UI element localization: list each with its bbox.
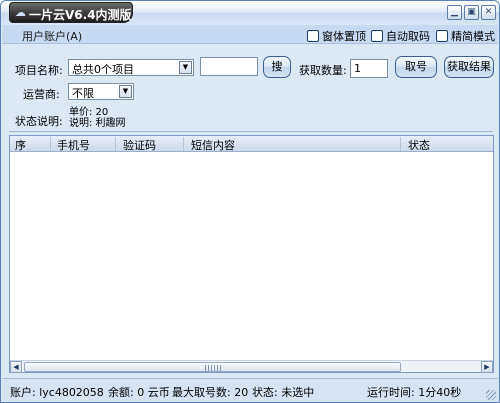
option-label: 自动取码 [386,30,430,43]
column-divider[interactable] [50,137,51,151]
project-search-input[interactable] [200,57,258,76]
scroll-right-icon[interactable]: ▶ [481,361,493,373]
get-result-button[interactable]: 获取结果 [444,56,494,78]
chevron-down-icon[interactable]: ▼ [119,85,132,98]
option-label: 精简模式 [451,30,495,43]
runtime-status: 运行时间: 1分40秒 [367,386,462,399]
column-divider[interactable] [115,137,116,151]
carrier-label: 运营商: [23,88,60,101]
close-button[interactable]: ✕ [481,5,496,20]
divider [9,131,493,132]
column-phone[interactable]: 手机号 [57,137,90,153]
unit-price: 单价: 20 [69,107,109,118]
scroll-left-icon[interactable]: ◀ [10,361,22,373]
column-index[interactable]: 序 [15,137,26,153]
title-tab: ☁ 一片云V6.4内测版 [9,2,133,23]
option-compact-mode[interactable]: 精简模式 [436,28,495,44]
results-table[interactable]: 序 手机号 验证码 短信内容 状态 ◀ ▶ [9,135,494,373]
get-number-button[interactable]: 取号 [395,56,437,78]
column-divider[interactable] [400,137,401,151]
max-numbers-status: 最大取号数: 20 [172,386,249,399]
restore-button[interactable]: ▣ [464,5,479,20]
selection-status: 状态: 未选中 [252,386,315,399]
app-window: ☁ 一片云V6.4内测版 ▁ ▣ ✕ 用户账户(A) 窗体置顶 自动取码 精简模… [0,0,500,403]
column-code[interactable]: 验证码 [123,137,156,153]
title-bar[interactable]: ☁ 一片云V6.4内测版 ▁ ▣ ✕ [1,1,499,25]
checkbox[interactable] [436,30,448,42]
horizontal-scrollbar[interactable]: ◀ ▶ [10,360,493,373]
menu-bar: 用户账户(A) 窗体置顶 自动取码 精简模式 [2,25,498,44]
grip-icon [205,365,221,371]
menu-user-account[interactable]: 用户账户(A) [22,28,82,44]
search-button[interactable]: 搜 [263,56,291,78]
description: 说明: 利趣网 [69,118,126,129]
account-status: 账户: lyc4802058 [10,386,104,399]
table-header: 序 手机号 验证码 短信内容 状态 [10,136,493,152]
option-auto-fetch-code[interactable]: 自动取码 [371,28,430,44]
column-sms-content[interactable]: 短信内容 [191,137,235,153]
option-always-on-top[interactable]: 窗体置顶 [307,28,366,44]
status-desc-label: 状态说明: [15,115,63,128]
project-select-value: 总共0个项目 [72,63,134,76]
chevron-down-icon[interactable]: ▼ [179,61,192,74]
count-input[interactable]: 1 [350,59,388,78]
balance-status: 余额: 0 云币 [108,386,170,399]
minimize-button[interactable]: ▁ [447,5,462,20]
status-bar: 账户: lyc4802058 余额: 0 云币 最大取号数: 20 状态: 未选… [2,378,498,402]
resize-grip-icon[interactable] [486,390,496,400]
project-select[interactable]: 总共0个项目 ▼ [68,59,194,76]
checkbox[interactable] [371,30,383,42]
count-label: 获取数量: [299,64,347,77]
cloud-icon: ☁ [15,6,26,19]
project-name-label: 项目名称: [15,64,63,77]
column-divider[interactable] [183,137,184,151]
carrier-select-value: 不限 [72,87,94,100]
column-status[interactable]: 状态 [408,137,430,153]
scroll-thumb[interactable] [24,362,401,372]
window-title: 一片云V6.4内测版 [29,8,132,22]
carrier-select[interactable]: 不限 ▼ [68,83,134,100]
option-label: 窗体置顶 [322,30,366,43]
checkbox[interactable] [307,30,319,42]
